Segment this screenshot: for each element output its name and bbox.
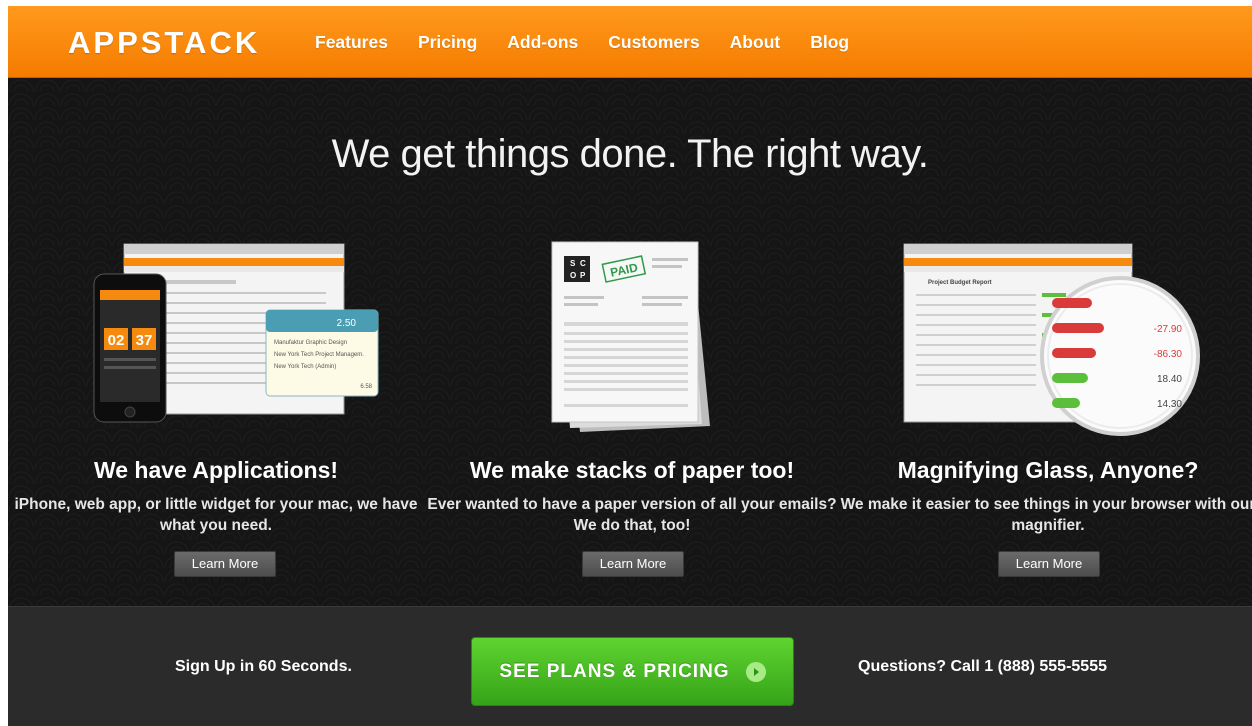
main-nav: Features Pricing Add-ons Customers About…: [315, 32, 879, 53]
feature-title-applications: We have Applications!: [93, 457, 339, 483]
nav-about[interactable]: About: [730, 32, 781, 53]
report-title: Project Budget Report: [928, 280, 992, 286]
nav-features[interactable]: Features: [315, 32, 388, 53]
signup-bar: Sign Up in 60 Seconds. SEE PLANS & PRICI…: [8, 606, 1252, 726]
magnifier-value-4: 14.30: [1157, 399, 1182, 410]
feature-text-magnifier: We make it easier to see things in your …: [840, 496, 1252, 534]
feature-text-paper: Ever wanted to have a paper version of a…: [427, 496, 837, 534]
feature-title-paper: We make stacks of paper too!: [469, 457, 795, 483]
hero-title: We get things done. The right way.: [331, 132, 929, 176]
nav-blog[interactable]: Blog: [810, 32, 849, 53]
nav-addons[interactable]: Add-ons: [507, 32, 578, 53]
widget-item-2: New York Tech Project Managem.: [274, 352, 364, 358]
feature-title-magnifier: Magnifying Glass, Anyone?: [897, 457, 1199, 483]
applications-screenshot: 02 37 2.50 Manufaktur Graphic Design New…: [93, 243, 379, 423]
widget-item-3: New York Tech (Admin): [274, 364, 336, 370]
see-plans-pricing-button[interactable]: SEE PLANS & PRICING: [471, 637, 794, 706]
learn-more-paper-button[interactable]: Learn More: [582, 551, 684, 577]
widget-value: 2.50: [337, 318, 357, 329]
cta-label: SEE PLANS & PRICING: [499, 660, 730, 682]
arrow-right-icon: [745, 661, 766, 682]
magnifier-value-1: -27.90: [1154, 324, 1183, 335]
page-frame: APPSTACK Features Pricing Add-ons Custom…: [8, 6, 1252, 726]
magnifier-screenshot: Project Budget Report -27.90 -86.30 18.4…: [903, 243, 1200, 436]
nav-customers[interactable]: Customers: [608, 32, 699, 53]
magnifier-value-3: 18.40: [1157, 374, 1182, 385]
widget-item-1: Manufaktur Graphic Design: [274, 340, 347, 346]
magnifier-value-2: -86.30: [1154, 349, 1183, 360]
contact-phone-text: Questions? Call 1 (888) 555-5555: [858, 658, 1107, 675]
site-header: APPSTACK Features Pricing Add-ons Custom…: [8, 6, 1252, 78]
paper-logo-o: O: [570, 271, 576, 280]
learn-more-applications-button[interactable]: Learn More: [174, 551, 276, 577]
signup-text: Sign Up in 60 Seconds.: [175, 658, 352, 675]
nav-pricing[interactable]: Pricing: [418, 32, 477, 53]
paper-stack-image: S C O P PAID: [551, 241, 710, 432]
learn-more-magnifier-button[interactable]: Learn More: [998, 551, 1100, 577]
paper-logo-p: P: [580, 271, 586, 280]
phone-hours: 02: [108, 332, 125, 349]
feature-text-applications: iPhone, web app, or little widget for yo…: [14, 496, 418, 534]
widget-total: 6.58: [360, 384, 372, 390]
hero-section: We get things done. The right way. 02 37…: [8, 78, 1252, 606]
phone-minutes: 37: [136, 332, 153, 349]
paper-logo-s: S: [570, 259, 576, 268]
appstack-logo[interactable]: APPSTACK: [68, 25, 260, 61]
paper-logo-c: C: [580, 259, 586, 268]
